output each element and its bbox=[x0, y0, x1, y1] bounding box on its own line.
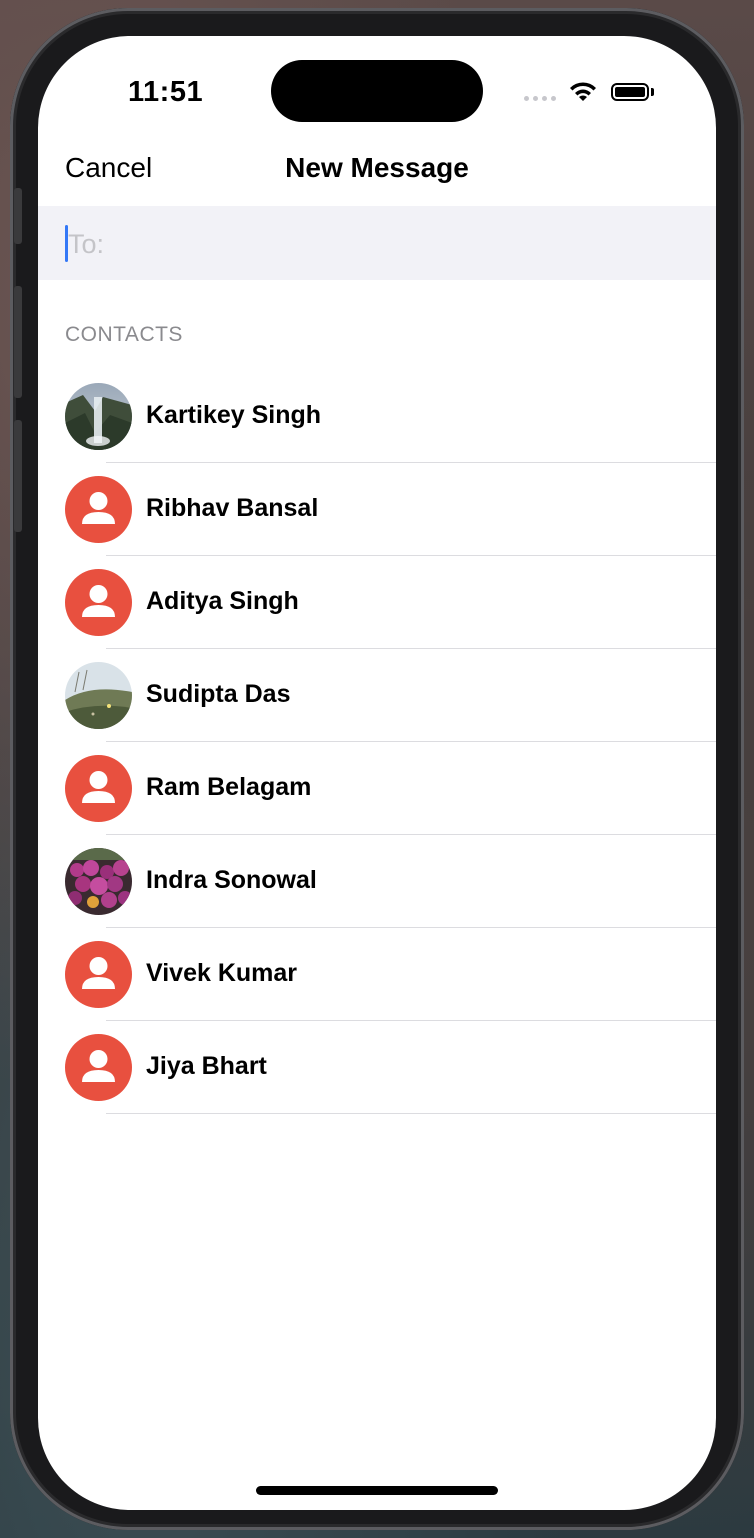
contact-name: Aditya Singh bbox=[146, 587, 299, 615]
page-title: New Message bbox=[285, 152, 469, 183]
contact-name: Kartikey Singh bbox=[146, 401, 322, 429]
cellular-signal-icon bbox=[524, 96, 556, 101]
to-field[interactable]: To: bbox=[38, 206, 716, 280]
divider bbox=[106, 1113, 716, 1114]
person-placeholder-icon bbox=[65, 569, 132, 636]
contacts-section-header: CONTACTS bbox=[65, 323, 183, 346]
avatar bbox=[65, 383, 132, 450]
battery-icon bbox=[611, 83, 649, 101]
contact-row[interactable]: Ribhav Bansal bbox=[38, 463, 716, 556]
home-indicator[interactable] bbox=[256, 1486, 498, 1495]
dynamic-island bbox=[271, 60, 483, 122]
contact-row[interactable]: Indra Sonowal bbox=[38, 835, 716, 928]
person-placeholder-icon bbox=[65, 476, 132, 543]
person-placeholder-icon bbox=[65, 755, 132, 822]
contact-name: Jiya Bhart bbox=[146, 1052, 267, 1080]
contact-name: Indra Sonowal bbox=[146, 866, 317, 894]
screen: 11:51 Cancel New Message To: CONTACTS Ka… bbox=[38, 36, 716, 1510]
person-placeholder-icon bbox=[65, 1034, 132, 1101]
side-button bbox=[14, 188, 22, 244]
person-placeholder-icon bbox=[65, 941, 132, 1008]
contact-name: Sudipta Das bbox=[146, 680, 291, 708]
status-time: 11:51 bbox=[128, 76, 204, 108]
contact-name: Ram Belagam bbox=[146, 773, 312, 801]
contact-row[interactable]: Ram Belagam bbox=[38, 742, 716, 835]
contact-row[interactable]: Jiya Bhart bbox=[38, 1021, 716, 1114]
contact-name: Ribhav Bansal bbox=[146, 494, 319, 522]
avatar bbox=[65, 848, 132, 915]
contact-name: Vivek Kumar bbox=[146, 959, 298, 987]
avatar bbox=[65, 662, 132, 729]
battery-tip bbox=[651, 88, 654, 96]
contact-row[interactable]: Aditya Singh bbox=[38, 556, 716, 649]
contact-row[interactable]: Kartikey Singh bbox=[38, 370, 716, 463]
side-button bbox=[14, 286, 22, 398]
wifi-icon bbox=[570, 82, 596, 101]
contact-row[interactable]: Sudipta Das bbox=[38, 649, 716, 742]
contact-row[interactable]: Vivek Kumar bbox=[38, 928, 716, 1021]
to-label: To: bbox=[68, 229, 105, 259]
side-button bbox=[14, 420, 22, 532]
contact-list: Kartikey Singh Ribhav Bansal Aditya Singh S… bbox=[38, 370, 716, 1114]
